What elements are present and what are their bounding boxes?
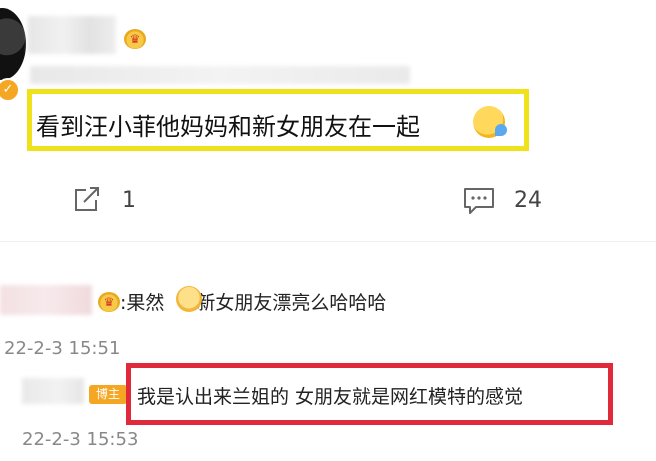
avatar[interactable]: [0, 8, 26, 80]
share-icon[interactable]: [72, 186, 102, 214]
comment-timestamp: 22-2-3 15:51: [4, 338, 121, 359]
comment-text: :果然 新女朋友漂亮么哈哈哈: [120, 288, 386, 315]
reply-author-blurred[interactable]: [22, 378, 84, 404]
comment-icon[interactable]: [462, 186, 496, 216]
reply-text: 我是认出来兰姐的 女朋友就是网红模特的感觉: [137, 386, 524, 408]
sleepy-face-emoji-icon: [473, 106, 507, 138]
reply-timestamp: 22-2-3 15:53: [22, 429, 139, 450]
post-meta-blurred: [30, 66, 410, 84]
username-blurred[interactable]: [28, 16, 116, 54]
author-badge: 博主: [89, 385, 127, 404]
pleading-face-emoji-icon: [176, 286, 202, 312]
share-count[interactable]: 1: [122, 188, 136, 213]
divider: [0, 241, 656, 242]
crown-icon: ♛: [124, 29, 146, 49]
crown-icon: ♛: [98, 292, 120, 312]
verified-icon: ✓: [0, 78, 20, 102]
comment-count[interactable]: 24: [514, 188, 542, 213]
comment-text-part: 新女朋友漂亮么哈哈哈: [196, 292, 387, 314]
post-text: 看到汪小菲他妈妈和新女朋友在一起: [36, 113, 420, 141]
comment-text-part: :果然: [120, 292, 165, 314]
commenter-name-blurred[interactable]: [0, 285, 92, 315]
